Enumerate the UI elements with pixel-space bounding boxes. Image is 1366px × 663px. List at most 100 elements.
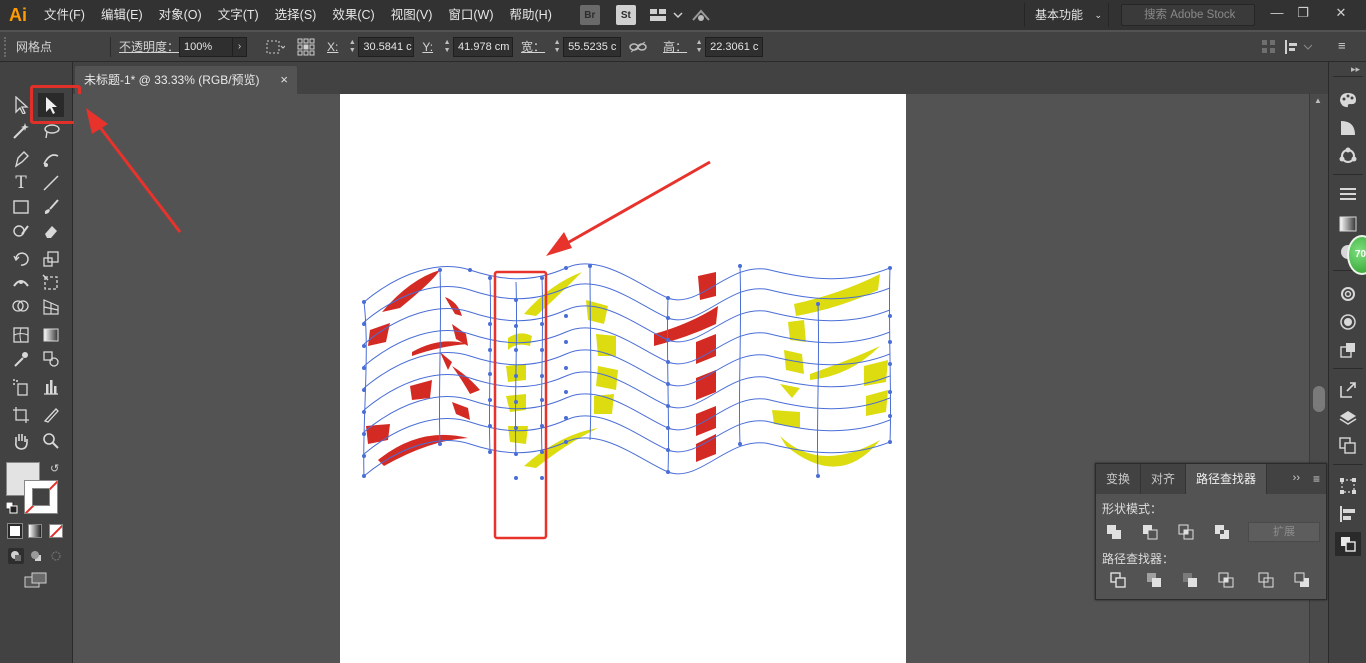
gradient-panel-icon[interactable] (1338, 214, 1358, 234)
stroke-panel-icon[interactable] (1338, 184, 1358, 204)
transform-panel-icon[interactable] (1262, 40, 1276, 57)
close-tab-icon[interactable]: × (280, 66, 288, 94)
none-mode-icon[interactable] (49, 524, 63, 538)
exclude-icon[interactable] (1210, 522, 1234, 542)
gradient-mode-icon[interactable] (28, 524, 42, 538)
tab-pathfinder[interactable]: 路径查找器 (1186, 464, 1268, 494)
width-tool[interactable] (8, 272, 34, 294)
artboards-panel-icon[interactable] (1338, 436, 1358, 456)
panel-menu-icon[interactable]: ≡ (1313, 472, 1320, 486)
height-field[interactable]: 22.3061 c (705, 36, 764, 57)
constrain-proportions-icon[interactable] (629, 37, 651, 57)
color-mode-icon[interactable] (7, 523, 23, 539)
rotate-tool[interactable] (8, 248, 34, 270)
stock-button[interactable]: St (615, 5, 636, 25)
intersect-icon[interactable] (1174, 522, 1198, 542)
graphic-styles-icon[interactable] (1338, 340, 1358, 360)
scale-tool[interactable] (38, 248, 64, 270)
paintbrush-tool[interactable] (38, 196, 64, 218)
minus-back-icon[interactable] (1290, 570, 1314, 590)
minus-front-icon[interactable] (1138, 522, 1162, 542)
yellow-shapes[interactable] (506, 272, 888, 468)
menu-type[interactable]: 文字(T) (210, 0, 267, 30)
color-themes-icon[interactable] (1338, 146, 1358, 166)
workspace-switcher[interactable]: 基本功能 ⌄ (1024, 3, 1109, 27)
shape-builder-tool[interactable] (8, 296, 34, 318)
zoom-tool[interactable] (38, 430, 64, 452)
y-label[interactable]: Y: (422, 40, 433, 54)
x-label[interactable]: X: (327, 40, 338, 54)
slice-tool[interactable] (38, 404, 64, 426)
scroll-up-icon[interactable]: ▲ (1314, 96, 1322, 105)
transform-panel-icon[interactable] (1338, 476, 1358, 496)
outline-icon[interactable] (1254, 570, 1278, 590)
default-fill-stroke-icon[interactable] (5, 501, 18, 517)
envelope-mesh[interactable] (363, 263, 892, 477)
asset-export-icon[interactable] (1338, 380, 1358, 400)
rectangle-tool[interactable] (8, 196, 34, 218)
bridge-button[interactable]: Br (579, 5, 600, 25)
close-button[interactable]: ✕ (1326, 3, 1356, 23)
screen-mode-icon[interactable] (24, 572, 48, 593)
eraser-tool[interactable] (38, 220, 64, 242)
draw-inside-icon[interactable] (48, 548, 64, 564)
expand-button[interactable]: 扩展 (1248, 522, 1320, 542)
opacity-label[interactable]: 不透明度： (119, 38, 179, 55)
transform-reference-icon[interactable] (265, 37, 289, 57)
layers-panel-icon[interactable] (1338, 408, 1358, 428)
gradient-tool[interactable] (38, 324, 64, 346)
y-field[interactable]: 41.978 cm (453, 36, 514, 57)
stock-search-input[interactable]: 搜索 Adobe Stock (1121, 4, 1255, 26)
menu-help[interactable]: 帮助(H) (502, 0, 560, 30)
menu-file[interactable]: 文件(F) (36, 0, 93, 30)
menu-select[interactable]: 选择(S) (267, 0, 325, 30)
scrollbar-thumb[interactable] (1313, 386, 1325, 412)
draw-normal-icon[interactable] (8, 548, 24, 564)
y-stepper[interactable]: ▲ ▼ (441, 37, 453, 57)
crop-icon[interactable] (1214, 570, 1238, 590)
expand-panels-icon[interactable]: ▸▸ (1351, 64, 1360, 75)
width-stepper[interactable]: ▲ ▼ (551, 37, 563, 57)
tab-align[interactable]: 对齐 (1141, 464, 1187, 494)
opacity-field[interactable]: 100% (179, 36, 234, 57)
free-transform-tool[interactable] (38, 272, 64, 294)
restore-button[interactable]: ❐ (1288, 3, 1318, 23)
stroke-swatch[interactable] (24, 480, 58, 514)
swap-fill-stroke-icon[interactable]: ↺ (50, 462, 59, 475)
magic-wand-tool[interactable] (8, 120, 34, 142)
gpu-performance-icon[interactable] (690, 5, 716, 25)
column-graph-tool[interactable] (38, 376, 64, 398)
artboard[interactable] (340, 94, 906, 663)
divide-icon[interactable] (1106, 570, 1130, 590)
align-panel-icon[interactable] (1338, 504, 1358, 524)
x-stepper[interactable]: ▲ ▼ (346, 37, 358, 57)
tab-transform[interactable]: 变换 (1096, 464, 1142, 494)
color-guide-icon[interactable] (1338, 118, 1358, 138)
pen-tool[interactable] (8, 148, 34, 170)
perspective-grid-tool[interactable] (38, 296, 64, 318)
opacity-arrow-button[interactable]: › (233, 36, 248, 57)
height-stepper[interactable]: ▲ ▼ (693, 37, 705, 57)
arrange-documents-icon[interactable] (649, 5, 684, 25)
menu-edit[interactable]: 编辑(E) (93, 0, 151, 30)
symbol-sprayer-tool[interactable] (8, 376, 34, 398)
lasso-tool[interactable] (38, 120, 64, 142)
creative-cloud-libraries-icon[interactable] (1338, 284, 1358, 304)
width-field[interactable]: 55.5235 c (563, 36, 622, 57)
shaper-tool[interactable] (8, 220, 34, 242)
artboard-tool[interactable] (8, 404, 34, 426)
draw-behind-icon[interactable] (28, 548, 44, 564)
merge-icon[interactable] (1178, 570, 1202, 590)
menu-view[interactable]: 视图(V) (383, 0, 441, 30)
eyedropper-tool[interactable] (8, 348, 34, 370)
type-tool[interactable]: T (8, 172, 34, 194)
width-label[interactable]: 宽： (521, 38, 545, 55)
appearance-panel-icon[interactable] (1338, 312, 1358, 332)
document-tab[interactable]: 未标题-1* @ 33.33% (RGB/预览) × (75, 66, 297, 94)
curvature-tool[interactable] (38, 148, 64, 170)
blend-tool[interactable] (38, 348, 64, 370)
hand-tool[interactable] (8, 430, 34, 452)
menu-window[interactable]: 窗口(W) (440, 0, 501, 30)
line-segment-tool[interactable] (38, 172, 64, 194)
pathfinder-panel-icon[interactable] (1335, 532, 1361, 556)
